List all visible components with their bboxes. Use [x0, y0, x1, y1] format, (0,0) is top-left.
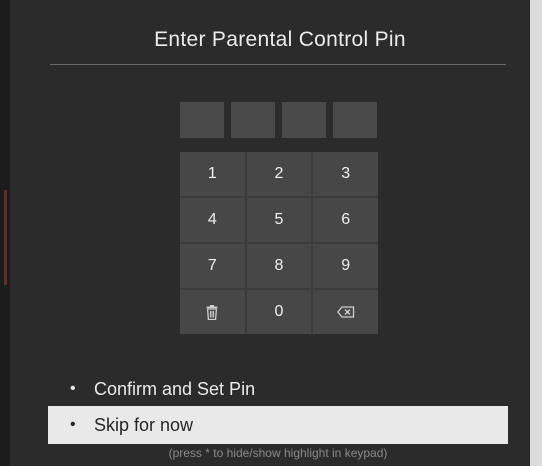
numeric-keypad: 1 2 3 4 5 6 7 8 9 0 — [180, 152, 378, 334]
title-divider — [50, 64, 506, 65]
menu-item-label: Confirm and Set Pin — [94, 378, 256, 399]
pin-options-menu: • Confirm and Set Pin • Skip for now — [48, 372, 508, 444]
backspace-key[interactable] — [313, 290, 378, 334]
key-0[interactable]: 0 — [246, 290, 312, 334]
key-8[interactable]: 8 — [246, 244, 312, 288]
skip-for-now-option[interactable]: • Skip for now — [48, 406, 508, 444]
right-edge — [530, 0, 542, 466]
key-3[interactable]: 3 — [313, 152, 378, 196]
left-edge-accent — [4, 190, 7, 285]
parental-control-screen: Enter Parental Control Pin 1 2 3 4 5 6 7… — [0, 0, 542, 466]
key-6[interactable]: 6 — [313, 198, 378, 242]
key-1[interactable]: 1 — [180, 152, 245, 196]
clear-key[interactable] — [180, 290, 245, 334]
key-5[interactable]: 5 — [246, 198, 312, 242]
key-2[interactable]: 2 — [246, 152, 312, 196]
trash-icon — [206, 304, 218, 320]
confirm-and-set-pin-option[interactable]: • Confirm and Set Pin — [48, 372, 508, 406]
key-9[interactable]: 9 — [313, 244, 378, 288]
menu-item-label: Skip for now — [94, 414, 194, 435]
pin-entry-boxes — [180, 102, 377, 138]
key-4[interactable]: 4 — [180, 198, 245, 242]
pin-digit-box-4 — [333, 102, 377, 138]
pin-digit-box-3 — [282, 102, 326, 138]
pin-digit-box-1 — [180, 102, 224, 138]
bullet: • — [70, 380, 76, 397]
dialog-title: Enter Parental Control Pin — [154, 28, 406, 51]
bullet: • — [70, 416, 76, 433]
backspace-icon — [336, 306, 355, 318]
keypad-hint: (press * to hide/show highlight in keypa… — [168, 446, 388, 460]
key-7[interactable]: 7 — [180, 244, 245, 288]
pin-digit-box-2 — [231, 102, 275, 138]
